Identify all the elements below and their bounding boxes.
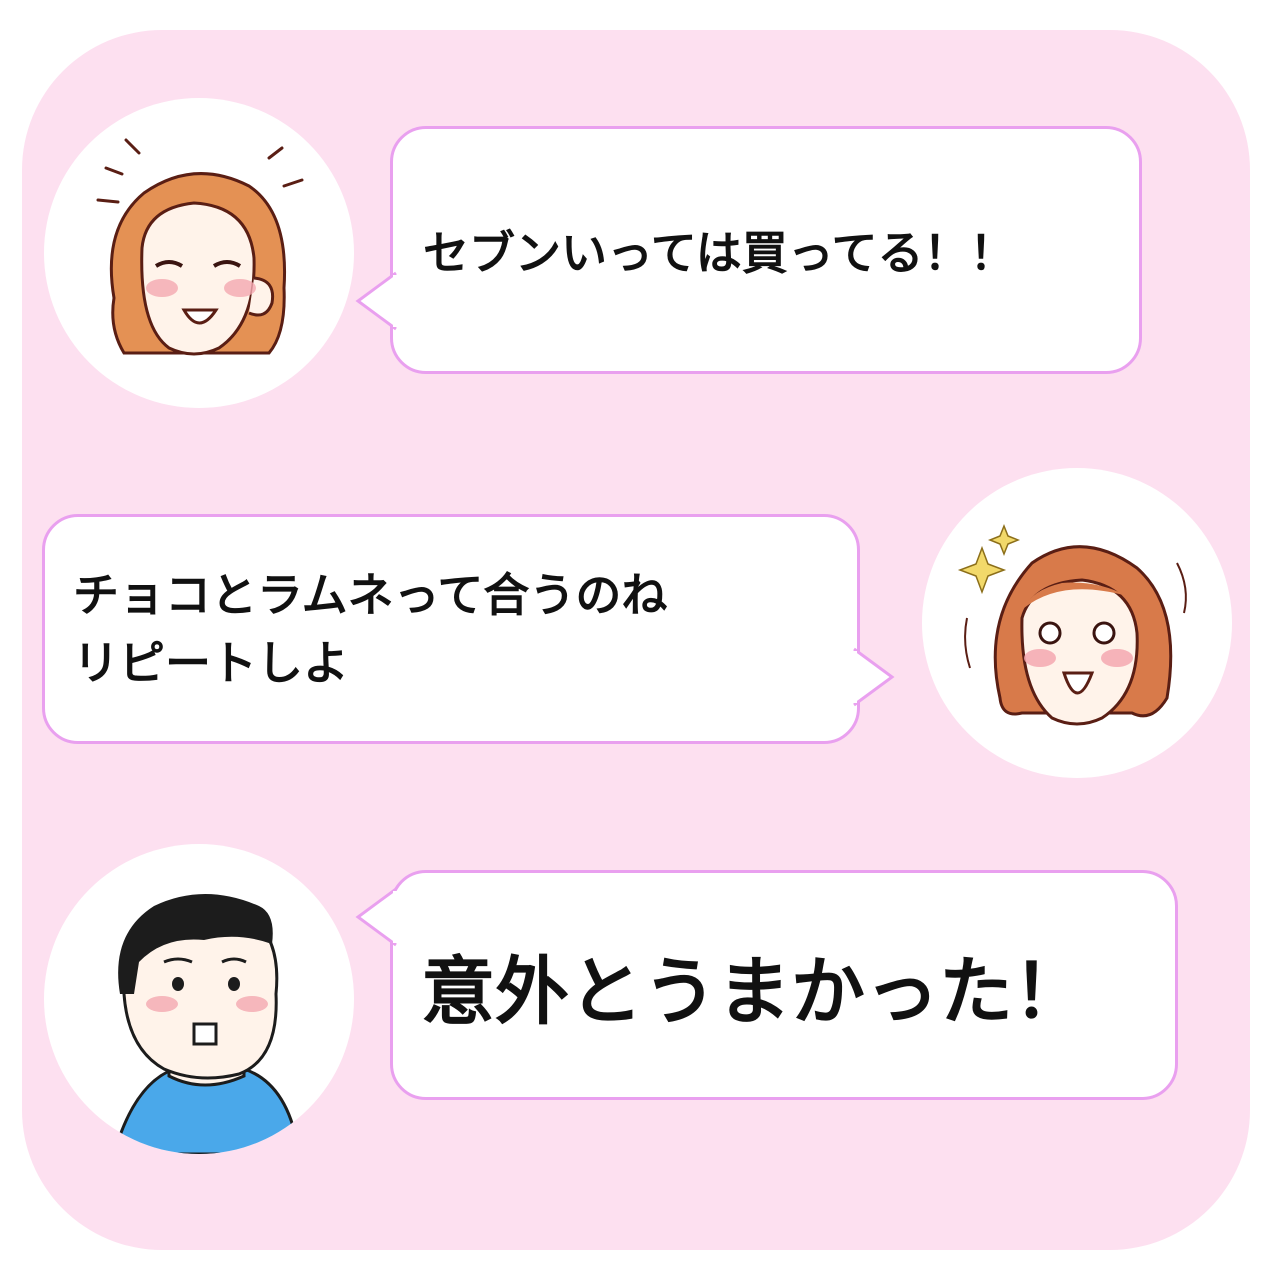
message-text-2: チョコとラムネって合うのね リピートしよ [73, 568, 668, 690]
bubble-tail [355, 271, 401, 331]
message-bubble-2: チョコとラムネって合うのね リピートしよ [42, 514, 895, 744]
message-text-1: セブンいっては買ってる！！ [423, 226, 1016, 280]
excited-woman-avatar [922, 468, 1232, 778]
man-avatar [44, 844, 354, 1154]
message-bubble-3: 意外とうまかった！ [355, 870, 1178, 1100]
smiling-woman-avatar [44, 98, 354, 408]
message-text-3: 意外とうまかった！ [421, 948, 1087, 1035]
message-bubble-1: セブンいっては買ってる！！ [355, 126, 1142, 374]
bubble-tail [355, 887, 401, 947]
bubble-tail [849, 647, 895, 707]
